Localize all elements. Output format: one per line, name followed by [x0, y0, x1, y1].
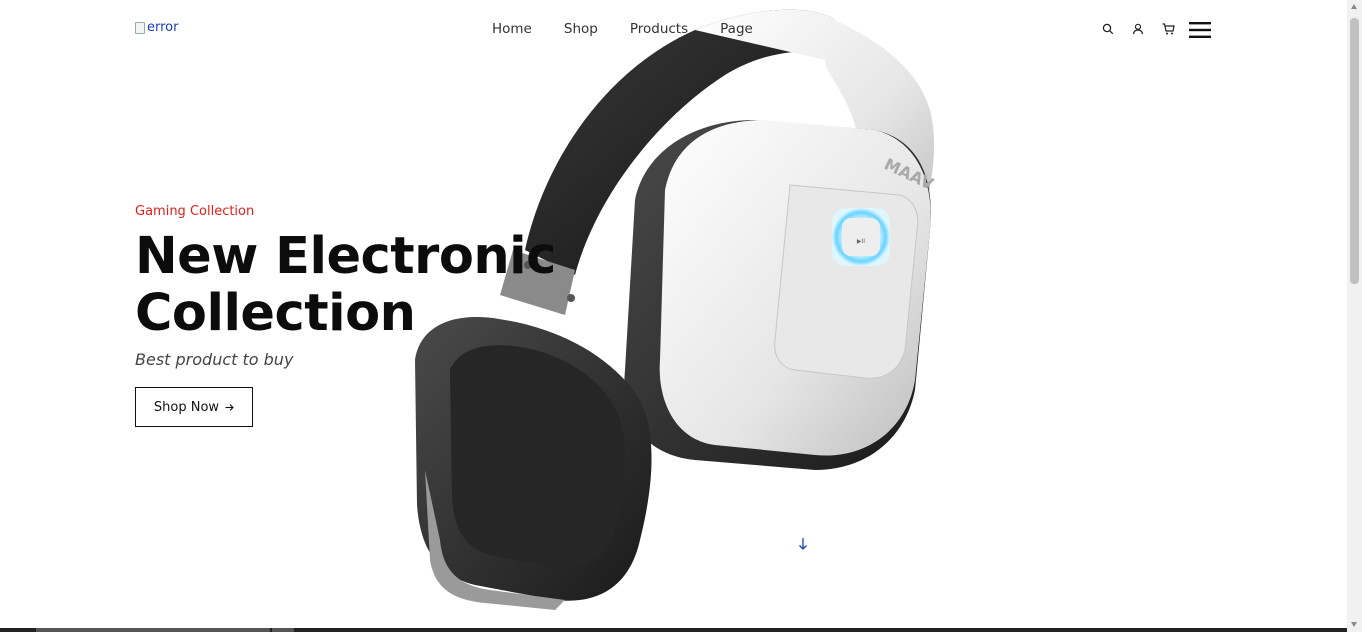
arrow-down-icon[interactable] — [797, 537, 809, 551]
nav-shop[interactable]: Shop — [564, 21, 598, 37]
logo-alt-text: error — [147, 20, 179, 35]
page: ▶II MAAV error Home Shop Products Page G — [0, 0, 1347, 632]
hero-title-line-2: Collection — [135, 284, 416, 343]
nav-page[interactable]: Page — [720, 21, 753, 37]
scroll-up-arrow-icon[interactable] — [1351, 4, 1357, 9]
hero-subtitle: Best product to buy — [135, 350, 294, 369]
shop-now-label: Shop Now — [153, 399, 220, 415]
cart-icon[interactable] — [1160, 21, 1176, 37]
shop-now-button[interactable]: Shop Now — [135, 387, 253, 427]
scroll-down-arrow-icon[interactable] — [1351, 622, 1357, 627]
menu-icon[interactable] — [1189, 21, 1211, 39]
nav-products[interactable]: Products — [630, 21, 688, 37]
svg-text:▶II: ▶II — [857, 238, 865, 245]
hero-title-line-1: New Electronic — [135, 227, 556, 286]
logo[interactable]: error — [135, 20, 178, 35]
hero-kicker: Gaming Collection — [135, 204, 255, 219]
nav-home[interactable]: Home — [492, 21, 532, 37]
arrow-right-icon — [225, 403, 234, 411]
main-nav: Home Shop Products Page — [492, 21, 753, 37]
header-actions — [1100, 21, 1176, 37]
scrollbar-thumb[interactable] — [1350, 18, 1359, 284]
bottom-strip — [0, 628, 1347, 632]
search-icon[interactable] — [1100, 21, 1116, 37]
vertical-scrollbar[interactable] — [1347, 0, 1362, 632]
broken-image-icon — [135, 21, 145, 34]
hero-title: New Electronic Collection — [135, 228, 556, 342]
user-icon[interactable] — [1130, 21, 1146, 37]
